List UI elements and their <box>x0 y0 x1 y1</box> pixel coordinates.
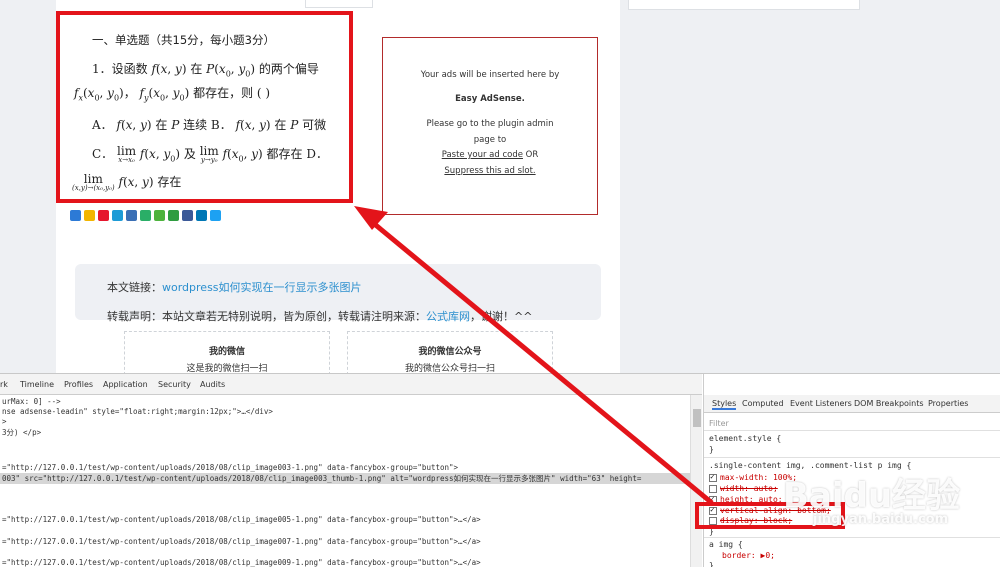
tab-computed[interactable]: Computed <box>742 399 784 408</box>
dom-node-line[interactable]: urMax: 0] --> <box>2 397 61 406</box>
suppress-ad-link[interactable]: Suppress this ad slot. <box>383 166 597 176</box>
star-icon[interactable] <box>84 210 95 221</box>
ad-line-4: page to <box>473 135 507 145</box>
dom-node-line[interactable]: ="http://127.0.0.1/test/wp-content/uploa… <box>2 537 481 546</box>
divider <box>704 457 1000 458</box>
copyright-line: 转载声明：本站文章若无特别说明，皆为原创，转载请注明来源：公式库网，谢谢！^^ <box>107 310 533 323</box>
rule-close: } <box>709 561 714 567</box>
douban-icon[interactable] <box>168 210 179 221</box>
dom-node-line[interactable]: > <box>2 417 7 426</box>
ad-line-3: Please go to the plugin admin <box>426 119 554 129</box>
devtools-tabbar: rk Timeline Profiles Application Securit… <box>0 374 702 395</box>
styles-filter-input[interactable]: Filter <box>709 419 729 428</box>
qq-icon[interactable] <box>140 210 151 221</box>
ad-line-1: Your ads will be inserted here by <box>420 70 560 80</box>
ad-placeholder: Your ads will be inserted here by Easy A… <box>382 37 598 215</box>
watermark-logo: Baidu经验 <box>783 476 961 516</box>
tab-properties[interactable]: Properties <box>928 399 968 408</box>
divider <box>704 430 1000 431</box>
wechat-card-official: 我的微信公众号 我的微信公众号扫一扫 <box>347 331 553 375</box>
checkbox-icon[interactable] <box>709 484 717 493</box>
prop-width[interactable]: width: auto; <box>709 484 778 493</box>
article-link-block: 本文链接：wordpress如何实现在一行显示多张图片 转载声明：本站文章若无特… <box>75 264 601 323</box>
styles-tabbar: Styles Computed Event Listeners DOM Brea… <box>704 395 1000 413</box>
paste-ad-code-link[interactable]: Paste your ad code <box>442 150 523 160</box>
elements-scrollbar[interactable] <box>690 395 702 567</box>
top-tab[interactable] <box>305 0 373 8</box>
article-link[interactable]: wordpress如何实现在一行显示多张图片 <box>162 281 362 294</box>
twitter-icon[interactable] <box>210 210 221 221</box>
ad-line-5: Paste your ad code OR <box>441 150 539 160</box>
ad-line-2: Easy AdSense. <box>455 94 525 104</box>
rule-close: } <box>709 445 714 454</box>
sidebar-widget <box>628 0 860 10</box>
dom-node-line[interactable]: ="http://127.0.0.1/test/wp-content/uploa… <box>2 463 458 472</box>
checkbox-icon[interactable] <box>709 472 717 482</box>
rule-selector[interactable]: a img { <box>709 540 743 549</box>
tab-styles[interactable]: Styles <box>712 399 737 410</box>
dom-node-line[interactable]: 3分) </p> <box>2 427 41 438</box>
wechat-icon[interactable] <box>154 210 165 221</box>
article-link-line: 本文链接：wordpress如何实现在一行显示多张图片 <box>107 281 362 294</box>
tab-timeline[interactable]: Timeline <box>20 380 54 389</box>
share-icons <box>70 210 221 221</box>
annotation-highlight-box <box>56 11 353 203</box>
wechat-official-title: 我的微信公众号 <box>418 347 482 357</box>
wechat-title: 我的微信 <box>208 347 245 357</box>
pinterest-icon[interactable] <box>112 210 123 221</box>
tab-audits[interactable]: Audits <box>200 380 225 389</box>
watermark-url: jingyan.baidu.com <box>813 512 949 527</box>
tab-profiles[interactable]: Profiles <box>64 380 93 389</box>
tab-event-listeners[interactable]: Event Listeners <box>790 399 852 408</box>
wechat-card-personal: 我的微信 这是我的微信扫一扫 <box>124 331 330 375</box>
scrollbar-thumb[interactable] <box>693 409 701 427</box>
baidu-watermark: Baidu经验 jingyan.baidu.com <box>783 468 998 538</box>
source-link[interactable]: 公式库网 <box>426 310 470 323</box>
tab-network[interactable]: rk <box>0 380 8 389</box>
page-gutter <box>0 0 56 373</box>
dom-node-line[interactable]: ="http://127.0.0.1/test/wp-content/uploa… <box>2 515 481 524</box>
tab-dom-breakpoints[interactable]: DOM Breakpoints <box>854 399 924 408</box>
element-style-rule[interactable]: element.style { <box>709 434 781 443</box>
share-plus-icon[interactable] <box>70 210 81 221</box>
screenshot: 一、单选题（共15分，每小题3分） 1．设函数 f(x, y) 在 P(x0, … <box>0 0 1000 567</box>
dom-node-line[interactable]: ="http://127.0.0.1/test/wp-content/uploa… <box>2 558 481 567</box>
tab-security[interactable]: Security <box>158 380 191 389</box>
weibo-icon[interactable] <box>98 210 109 221</box>
tab-application[interactable]: Application <box>103 380 148 389</box>
prop-border[interactable]: border: ▶0; <box>722 551 775 560</box>
renren-icon[interactable] <box>126 210 137 221</box>
elements-tree: urMax: 0] --> nse adsense-leadin" style=… <box>0 395 690 567</box>
linkedin-icon[interactable] <box>196 210 207 221</box>
dom-node-selected[interactable]: 003" src="http://127.0.0.1/test/wp-conte… <box>0 473 690 484</box>
facebook-icon[interactable] <box>182 210 193 221</box>
dom-node-line[interactable]: nse adsense-leadin" style="float:right;m… <box>2 407 273 416</box>
